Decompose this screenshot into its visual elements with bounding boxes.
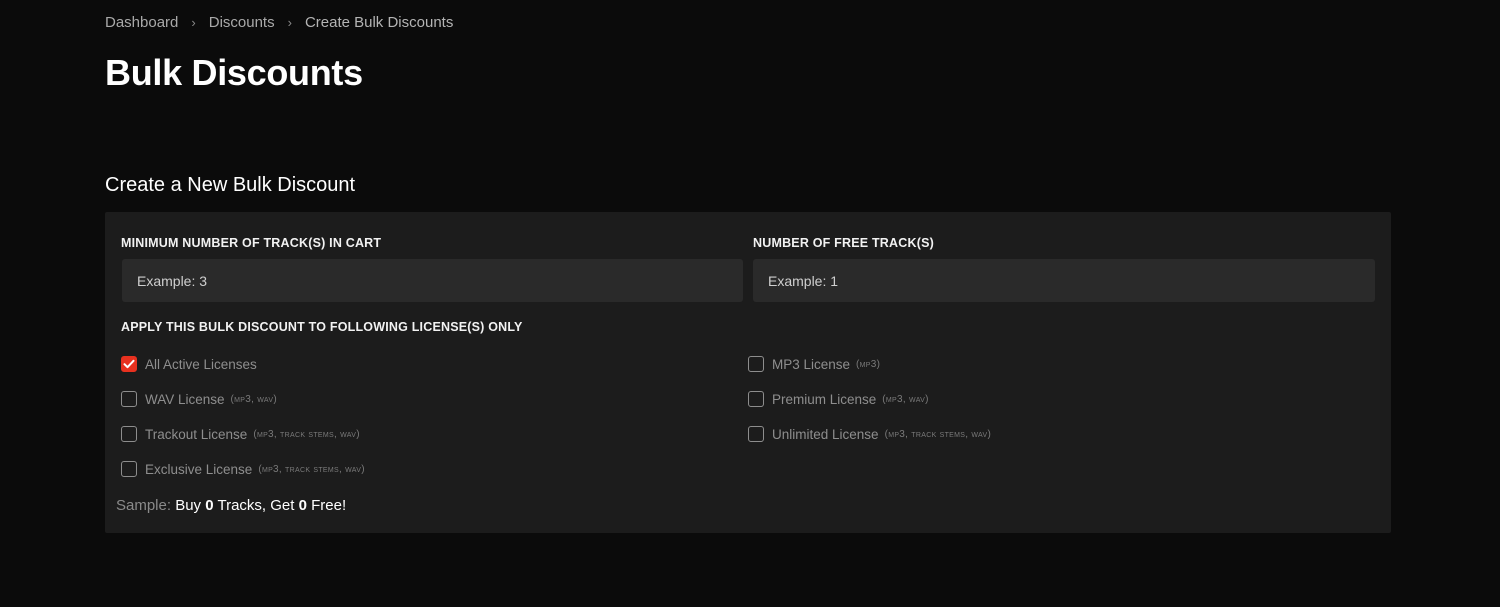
bulk-discount-form: Minimum number of track(s) in cart Numbe… — [105, 212, 1391, 533]
bulk-discounts-page: Dashboard › Discounts › Create Bulk Disc… — [0, 0, 1500, 607]
license-name: Unlimited License — [772, 426, 879, 442]
license-name: Trackout License — [145, 426, 248, 442]
license-formats: (MP3) — [856, 358, 881, 370]
sample-prefix: Sample: — [116, 497, 172, 514]
license-option-mp3[interactable]: MP3 License (MP3) — [748, 356, 880, 372]
breadcrumb-dashboard[interactable]: Dashboard — [105, 14, 178, 31]
license-option-all-active[interactable]: All Active Licenses — [121, 356, 257, 372]
breadcrumb-discounts[interactable]: Discounts — [209, 14, 275, 31]
license-name: All Active Licenses — [145, 356, 257, 372]
checkbox-unchecked[interactable] — [121, 391, 137, 407]
sample-free-word: Free! — [311, 497, 347, 514]
checkbox-checked[interactable] — [121, 356, 137, 372]
license-option-trackout[interactable]: Trackout License (MP3, TRACK STEMS, WAV) — [121, 426, 360, 442]
sample-tracks-get: Tracks, Get — [217, 497, 295, 514]
sample-buy-word: Buy — [175, 497, 202, 514]
sample-text: Sample: Buy 0 Tracks, Get 0 Free! — [116, 497, 346, 514]
sample-buy-count: 0 — [205, 497, 214, 514]
licenses-label: Apply this bulk discount to following li… — [121, 320, 523, 334]
checkbox-unchecked[interactable] — [121, 461, 137, 477]
breadcrumb-current: Create Bulk Discounts — [304, 14, 454, 31]
free-tracks-label: Number of free track(s) — [753, 236, 934, 250]
license-formats: (MP3, TRACK STEMS, WAV) — [884, 428, 992, 440]
license-option-exclusive[interactable]: Exclusive License (MP3, TRACK STEMS, WAV… — [121, 461, 365, 477]
section-title: Create a New Bulk Discount — [105, 174, 356, 196]
checkmark-icon — [123, 359, 135, 369]
min-tracks-label: Minimum number of track(s) in cart — [121, 236, 382, 250]
breadcrumb: Dashboard › Discounts › Create Bulk Disc… — [105, 14, 453, 31]
license-formats: (MP3, TRACK STEMS, WAV) — [258, 463, 365, 475]
min-tracks-input[interactable] — [122, 259, 743, 302]
chevron-right-icon: › — [191, 15, 196, 30]
license-formats: (MP3, TRACK STEMS, WAV) — [253, 428, 360, 440]
license-formats: (MP3, WAV) — [882, 393, 929, 405]
license-name: WAV License — [145, 391, 225, 407]
license-name: Exclusive License — [145, 461, 253, 477]
license-option-unlimited[interactable]: Unlimited License (MP3, TRACK STEMS, WAV… — [748, 426, 991, 442]
license-option-wav[interactable]: WAV License (MP3, WAV) — [121, 391, 277, 407]
checkbox-unchecked[interactable] — [748, 391, 764, 407]
license-name: MP3 License — [772, 356, 851, 372]
checkbox-unchecked[interactable] — [748, 356, 764, 372]
license-name: Premium License — [772, 391, 877, 407]
checkbox-unchecked[interactable] — [121, 426, 137, 442]
free-tracks-input[interactable] — [753, 259, 1375, 302]
page-title: Bulk Discounts — [105, 52, 363, 93]
license-option-premium[interactable]: Premium License (MP3, WAV) — [748, 391, 929, 407]
checkbox-unchecked[interactable] — [748, 426, 764, 442]
chevron-right-icon: › — [287, 15, 292, 30]
sample-free-count: 0 — [298, 497, 307, 514]
license-formats: (MP3, WAV) — [230, 393, 277, 405]
